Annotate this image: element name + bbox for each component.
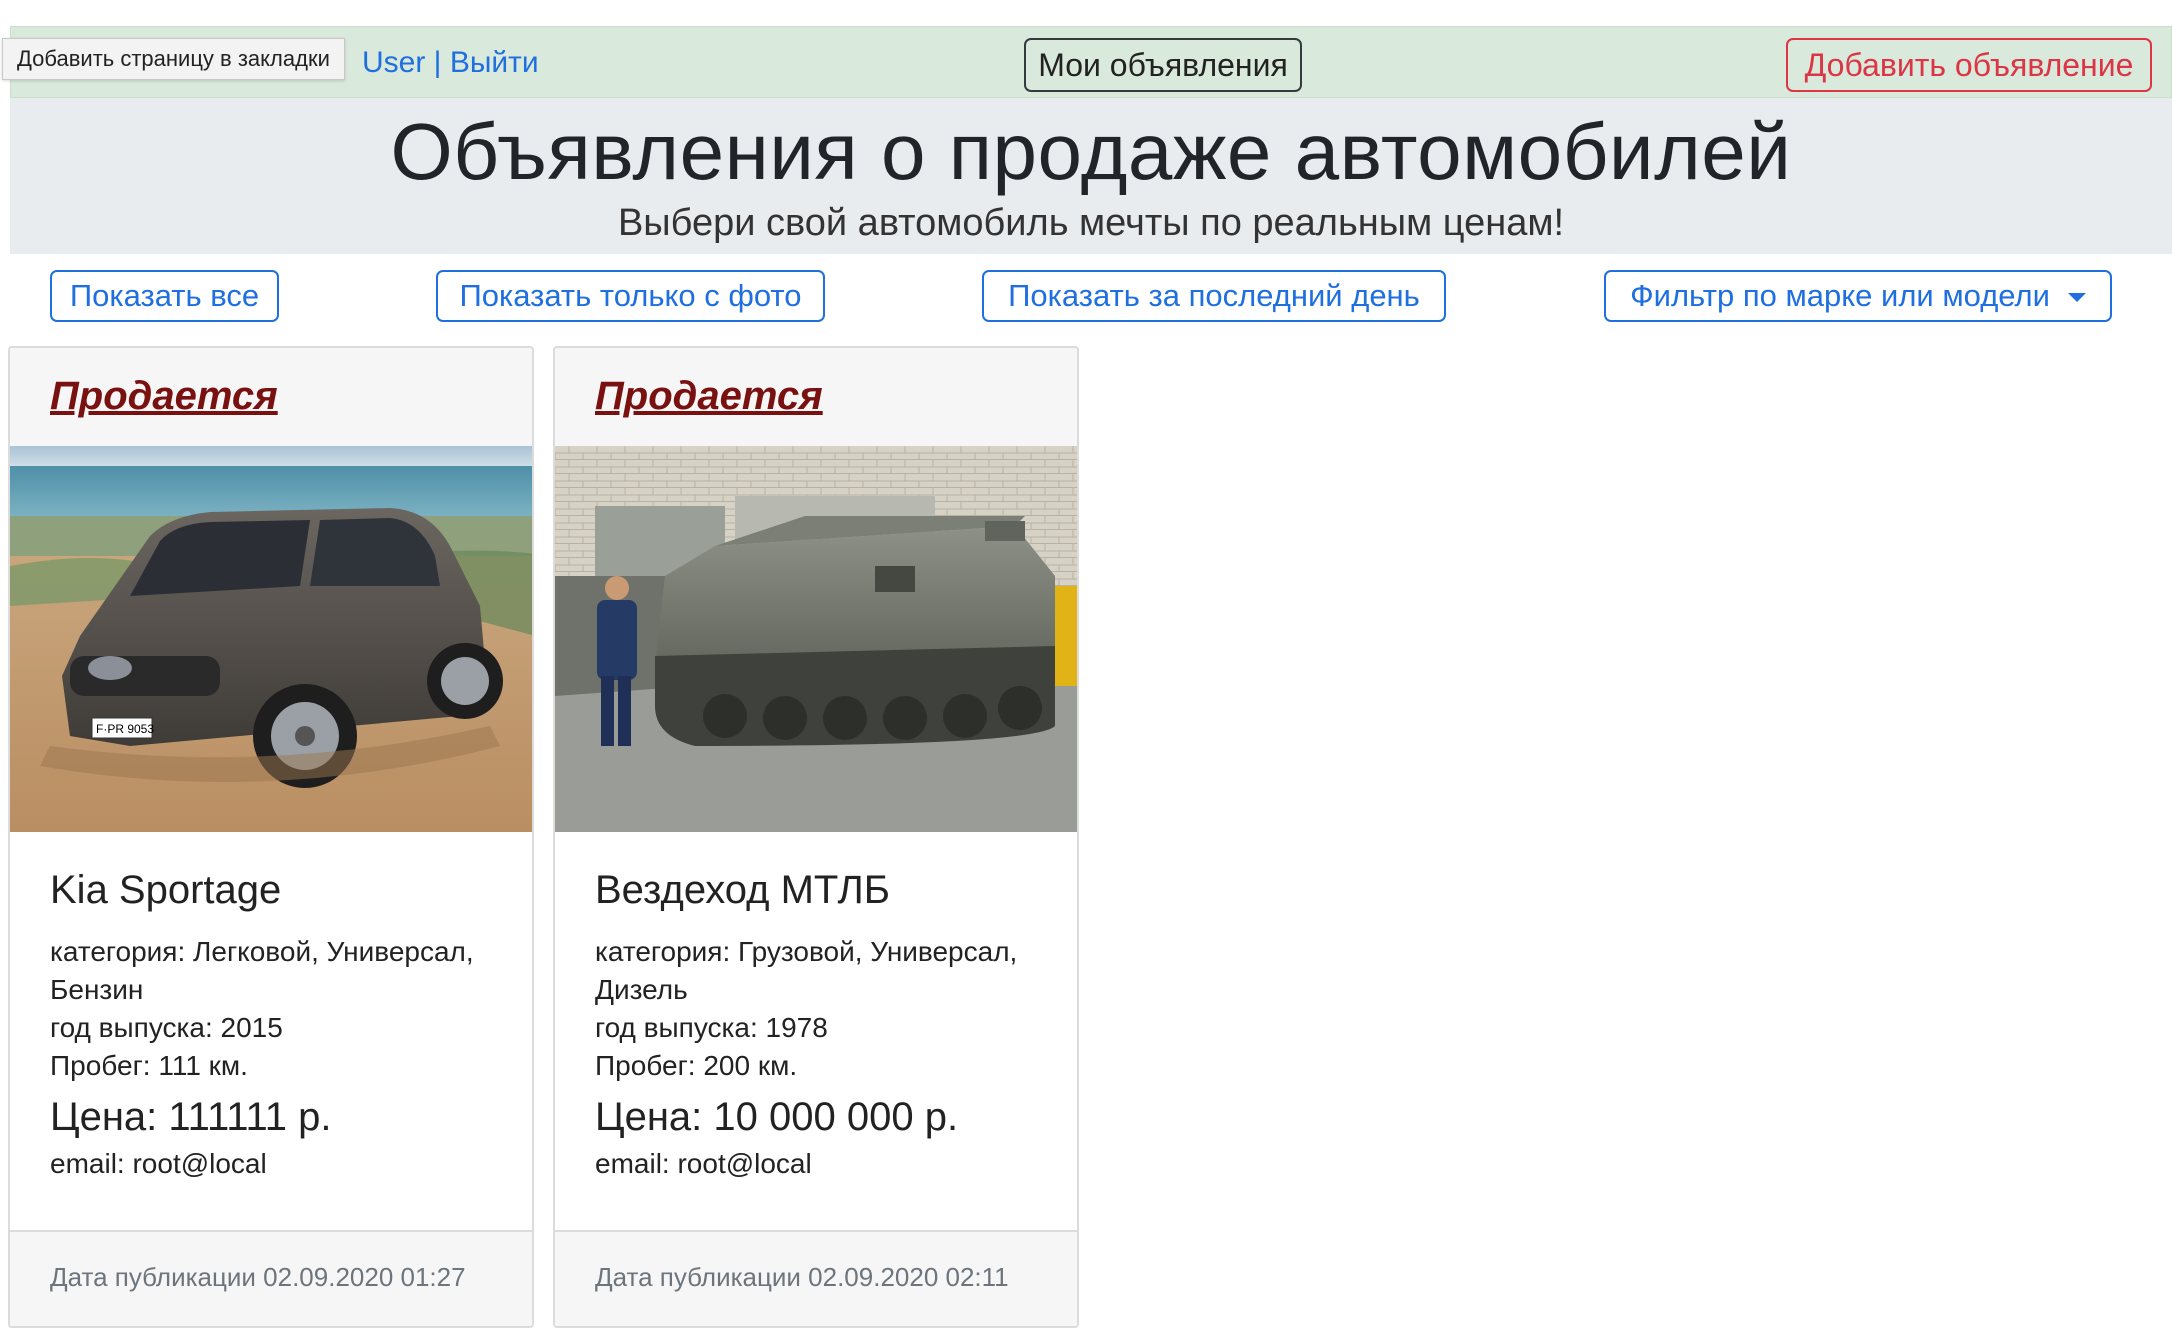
listing-card: Продается [8,346,534,1328]
card-body: Вездеход МТЛБ категория: Грузовой, Униве… [595,868,1047,1183]
show-photo-only-button[interactable]: Показать только с фото [436,270,825,322]
link-separator: | [425,46,450,79]
license-plate-text: F·PR 9053 [96,722,154,736]
page-subtitle: Выбери свой автомобиль мечты по реальным… [617,202,1565,244]
car-price: Цена: 10 000 000 р. [595,1095,959,1139]
car-category: категория: Грузовой, Универсал, [595,936,1018,967]
car-photo [555,446,1077,832]
card-header: Продается [555,348,1077,447]
logout-link[interactable]: Выйти [450,46,539,79]
car-year: год выпуска: 2015 [50,1012,283,1043]
car-category-cont: Дизель [595,974,688,1005]
car-year: год выпуска: 1978 [595,1012,828,1043]
page-title: Объявления о продаже автомобилей [390,107,1792,196]
listing-card: Продается [553,346,1079,1328]
car-category-cont: Бензин [50,974,144,1005]
card-header: Продается [10,348,532,447]
car-category: категория: Легковой, Универсал, [50,936,474,967]
car-title: Kia Sportage [50,868,282,912]
card-body: Kia Sportage категория: Легковой, Универ… [50,868,502,1183]
car-photo: F·PR 9053 [10,446,532,832]
add-ad-button[interactable]: Добавить объявление [1786,38,2152,92]
seller-email: email: root@local [595,1148,812,1179]
seller-email: email: root@local [50,1148,267,1179]
car-title: Вездеход МТЛБ [595,868,890,912]
user-links: User | Выйти [362,46,539,80]
car-mileage: Пробег: 111 км. [50,1050,248,1081]
status-link[interactable]: Продается [595,374,823,419]
publication-date: Дата публикации 02.09.2020 02:11 [595,1262,1009,1292]
username-link[interactable]: User [362,46,425,79]
brand-filter-label: Фильтр по марке или модели [1630,278,2050,313]
status-link[interactable]: Продается [50,374,278,419]
card-footer: Дата публикации 02.09.2020 02:11 [555,1230,1077,1326]
show-last-day-button[interactable]: Показать за последний день [982,270,1446,322]
publication-date: Дата публикации 02.09.2020 01:27 [50,1262,466,1292]
card-footer: Дата публикации 02.09.2020 01:27 [10,1230,532,1326]
brand-filter-dropdown[interactable]: Фильтр по марке или модели [1604,270,2112,322]
caret-down-icon [2067,292,2086,302]
car-mileage: Пробег: 200 км. [595,1050,798,1081]
show-all-button[interactable]: Показать все [50,270,279,322]
bookmark-tooltip: Добавить страницу в закладки [2,38,345,80]
jumbotron: Объявления о продаже автомобилей Выбери … [10,98,2172,254]
car-price: Цена: 111111 р. [50,1095,332,1139]
my-ads-button[interactable]: Мои объявления [1024,38,1302,92]
